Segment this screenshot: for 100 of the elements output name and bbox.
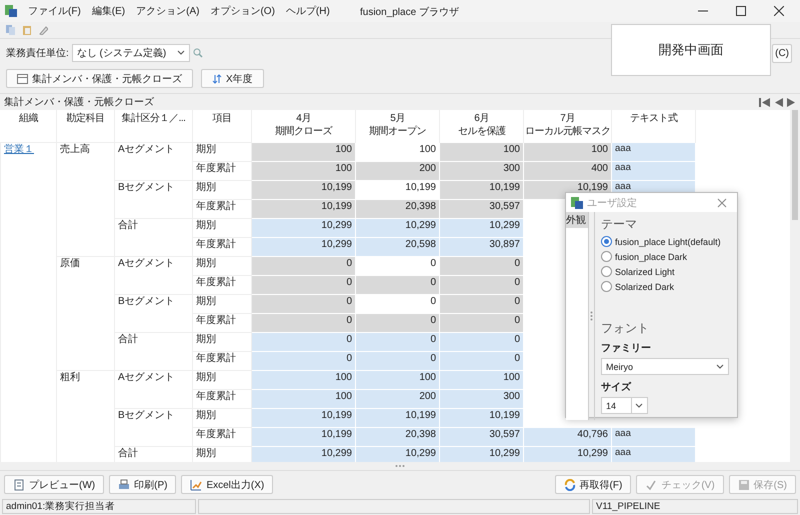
- table-cell[interactable]: 0: [252, 313, 356, 332]
- table-cell[interactable]: aaa: [612, 161, 696, 180]
- table-cell[interactable]: 400: [524, 161, 612, 180]
- menu-item[interactable]: ヘルプ(H): [286, 4, 330, 18]
- table-cell[interactable]: 0: [440, 275, 524, 294]
- table-cell[interactable]: 0: [440, 294, 524, 313]
- table-cell: 期別: [192, 332, 252, 351]
- header-label: ローカル元帳マスク: [524, 125, 611, 138]
- table-cell[interactable]: 0: [252, 294, 356, 313]
- menu-item[interactable]: 編集(E): [92, 4, 126, 18]
- table-cell[interactable]: 100: [440, 370, 524, 389]
- table-cell: Aセグメント: [114, 370, 192, 408]
- section-heading: テーマ: [601, 216, 637, 233]
- org-link[interactable]: 営業１: [4, 144, 34, 154]
- table-cell[interactable]: 10,199: [440, 408, 524, 427]
- excel-button[interactable]: Excel出力(X): [181, 475, 274, 494]
- menu-item[interactable]: アクション(A): [136, 4, 200, 18]
- table-cell[interactable]: 100: [252, 142, 356, 161]
- nav-item[interactable]: 外観: [566, 212, 588, 228]
- table-cell[interactable]: 0: [440, 256, 524, 275]
- table-cell[interactable]: 0: [356, 332, 440, 351]
- header-label: 期間クローズ: [274, 125, 334, 138]
- table-cell: Aセグメント: [114, 142, 192, 180]
- print-button[interactable]: 印刷(P): [109, 475, 176, 494]
- font-family-dropdown[interactable]: Meiryo: [601, 358, 729, 375]
- table-cell[interactable]: 30,597: [440, 427, 524, 446]
- radio-label[interactable]: Solarized Dark: [615, 282, 674, 292]
- table-cell[interactable]: 0: [440, 351, 524, 370]
- header-label: 期間オープン: [368, 125, 427, 138]
- table-cell[interactable]: 0: [356, 275, 440, 294]
- notice-text: 開発中画面: [658, 41, 724, 59]
- table-cell[interactable]: 20,398: [356, 427, 440, 446]
- table-cell: 原価: [56, 256, 114, 370]
- radio-label[interactable]: fusion_place Dark: [615, 252, 688, 262]
- table-cell[interactable]: 200: [356, 161, 440, 180]
- field-label: ファミリー: [601, 342, 651, 355]
- table-cell[interactable]: 10,299: [356, 446, 440, 462]
- table-cell[interactable]: 100: [356, 370, 440, 389]
- radio-label[interactable]: Solarized Light: [615, 266, 675, 276]
- table-cell[interactable]: 10,299: [252, 237, 356, 256]
- action-button[interactable]: (C): [772, 44, 792, 62]
- preview-button[interactable]: プレビュー(W): [4, 475, 104, 494]
- table-cell: 年度累計: [192, 389, 252, 408]
- header-label: 組織: [18, 112, 39, 125]
- table-cell[interactable]: 20,398: [356, 199, 440, 218]
- table-cell[interactable]: 100: [252, 161, 356, 180]
- table-cell[interactable]: 10,199: [252, 199, 356, 218]
- table-cell[interactable]: 100: [440, 142, 524, 161]
- table-cell[interactable]: 10,199: [252, 408, 356, 427]
- table-cell: Bセグメント: [114, 180, 192, 218]
- font-size-dropdown[interactable]: 14: [601, 397, 648, 414]
- table-cell[interactable]: 0: [252, 256, 356, 275]
- table-cell: 年度累計: [192, 275, 252, 294]
- table-cell: Bセグメント: [114, 408, 192, 446]
- table-cell[interactable]: 300: [440, 389, 524, 408]
- table-cell[interactable]: 10,199: [252, 427, 356, 446]
- table-cell[interactable]: 10,299: [252, 446, 356, 462]
- table-cell[interactable]: 30,897: [440, 237, 524, 256]
- table-cell[interactable]: 100: [252, 389, 356, 408]
- table-cell[interactable]: 30,597: [440, 199, 524, 218]
- header-label: 項目: [212, 112, 232, 125]
- unit-dropdown[interactable]: なし (システム定義): [72, 44, 190, 62]
- table-cell: 年度累計: [192, 351, 252, 370]
- header-label: テキスト式: [628, 112, 678, 125]
- table-cell[interactable]: 0: [252, 275, 356, 294]
- table-cell[interactable]: 10,299: [524, 446, 612, 462]
- table-cell[interactable]: 10,299: [356, 218, 440, 237]
- month-label: 5月: [389, 112, 406, 125]
- table-cell[interactable]: 0: [252, 351, 356, 370]
- table-cell[interactable]: 10,199: [356, 408, 440, 427]
- table-cell[interactable]: 0: [356, 313, 440, 332]
- table-cell[interactable]: 0: [356, 351, 440, 370]
- table-cell[interactable]: 100: [524, 142, 612, 161]
- table-cell[interactable]: aaa: [612, 446, 696, 462]
- menu-item[interactable]: ファイル(F): [28, 4, 81, 18]
- table-cell[interactable]: 10,299: [440, 446, 524, 462]
- view-button[interactable]: 集計メンバ・保護・元帳クローズ: [6, 69, 193, 88]
- table-cell[interactable]: 300: [440, 161, 524, 180]
- refresh-button[interactable]: 再取得(F): [554, 475, 632, 494]
- field-label: サイズ: [601, 380, 631, 394]
- table-cell[interactable]: aaa: [612, 427, 696, 446]
- table-cell[interactable]: 200: [356, 389, 440, 408]
- table-cell[interactable]: 0: [440, 313, 524, 332]
- menu-item[interactable]: オプション(O): [210, 4, 275, 18]
- table-cell: 期別: [192, 446, 252, 462]
- table-cell[interactable]: 0: [252, 332, 356, 351]
- table-cell: 年度累計: [192, 313, 252, 332]
- status-user: admin01:業務実行担当者: [2, 499, 196, 514]
- table-cell[interactable]: 10,299: [252, 218, 356, 237]
- table-cell[interactable]: 0: [440, 332, 524, 351]
- radio-label[interactable]: fusion_place Light(default): [615, 236, 721, 246]
- table-cell[interactable]: 20,598: [356, 237, 440, 256]
- table-cell[interactable]: 40,796: [524, 427, 612, 446]
- table-cell[interactable]: 100: [252, 370, 356, 389]
- table-cell: 期別: [192, 218, 252, 237]
- table-cell[interactable]: 10,199: [252, 180, 356, 199]
- view-button[interactable]: X年度: [201, 69, 264, 88]
- table-cell[interactable]: aaa: [612, 142, 696, 161]
- table-cell[interactable]: 10,299: [440, 218, 524, 237]
- table-cell[interactable]: 10,199: [440, 180, 524, 199]
